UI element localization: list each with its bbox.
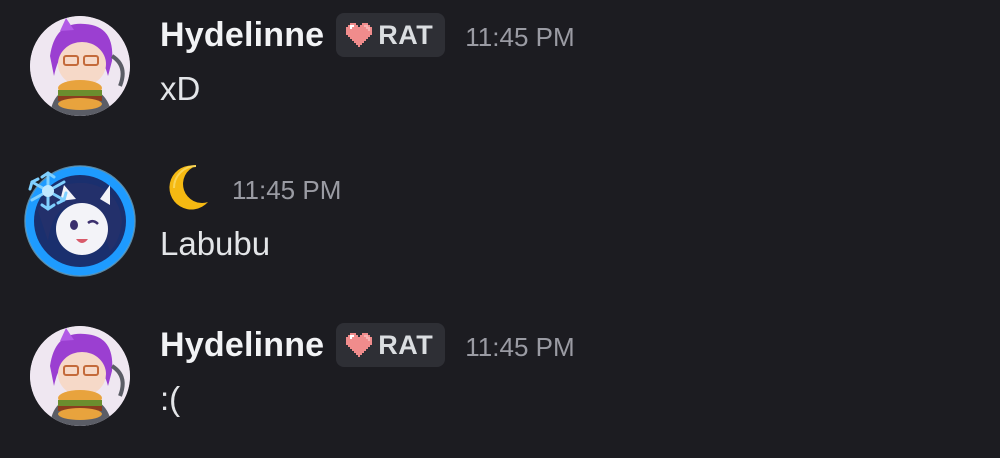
message-text: :( [160,380,181,417]
chat-log: Hydelinne RAT 11:45 PM xD 11:45 PM Labub… [0,0,1000,458]
message-header: Hydelinne RAT 11:45 PM [160,322,575,368]
timestamp[interactable]: 11:45 PM [465,10,574,60]
timestamp[interactable]: 11:45 PM [232,163,341,213]
guild-tag[interactable]: RAT [336,323,446,367]
user-avatar-image [30,16,130,116]
message: Hydelinne RAT 11:45 PM xD [0,0,1000,120]
user-avatar-image [30,326,130,426]
avatar[interactable] [30,171,130,271]
timestamp[interactable]: 11:45 PM [465,320,574,370]
guild-tag-label: RAT [378,329,434,360]
message-header: Hydelinne RAT 11:45 PM [160,12,575,58]
message: 11:45 PM Labubu [0,155,1000,277]
user-avatar-image [30,171,130,271]
heart-icon [346,333,373,357]
message-header: 11:45 PM [160,165,341,211]
username[interactable]: Hydelinne [160,322,324,368]
crescent-moon-icon[interactable] [160,162,212,214]
message-text: xD [160,70,201,107]
message: Hydelinne RAT 11:45 PM :( [0,310,1000,430]
username[interactable]: Hydelinne [160,12,324,58]
avatar[interactable] [30,326,130,426]
avatar[interactable] [30,16,130,116]
guild-tag-label: RAT [378,19,434,50]
guild-tag[interactable]: RAT [336,13,446,57]
heart-icon [346,23,373,47]
message-text: Labubu [160,225,271,262]
